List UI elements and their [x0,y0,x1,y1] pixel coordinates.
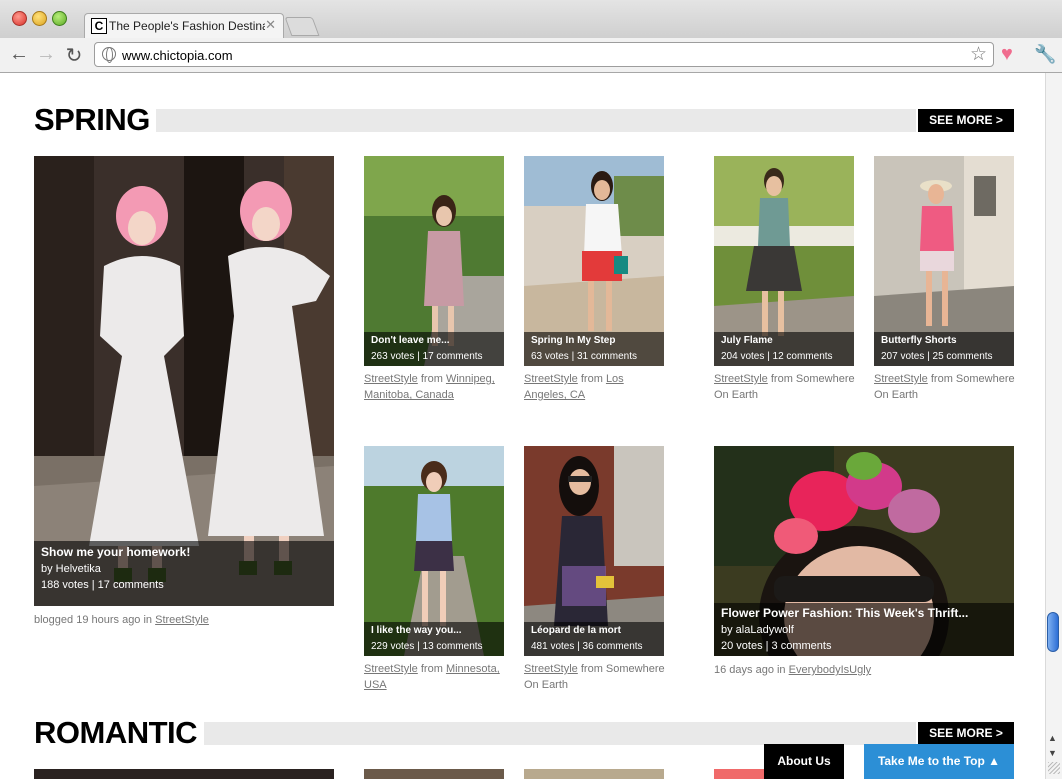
article-author[interactable]: by alaLadywolf [721,622,1007,638]
card-info-overlay: Butterfly Shorts 207 votes | 25 comments [874,332,1014,366]
look-caption: StreetStyle from Winnipeg, Manitoba, Can… [364,373,495,401]
look-card[interactable]: Léopard de la mort 481 votes | 36 commen… [524,446,664,656]
scroll-up-arrow-icon[interactable]: ▲ [1048,733,1057,743]
featured-article-card[interactable]: Flower Power Fashion: This Week's Thrift… [714,446,1014,656]
card-info-overlay: Spring In My Step 63 votes | 31 comments [524,332,664,366]
window-titlebar: C The People's Fashion Destina ✕ [0,0,1062,38]
look-title[interactable]: Butterfly Shorts [881,333,1007,349]
category-link[interactable]: StreetStyle [714,373,768,385]
location-link[interactable]: Los [606,373,624,385]
close-window-button[interactable] [12,11,27,26]
address-bar[interactable]: www.chictopia.com ☆ [94,42,994,67]
section-title: SPRING [34,102,150,137]
card-info-overlay: Don't leave me... 263 votes | 17 comment… [364,332,504,366]
category-link[interactable]: StreetStyle [874,373,928,385]
star-icon[interactable]: ☆ [970,43,987,66]
look-title[interactable]: July Flame [721,333,847,349]
look-stats: 229 votes | 13 comments [371,641,483,652]
heart-icon[interactable]: ♥ [1001,43,1013,66]
look-caption: StreetStyle from Somewhere On Earth [524,663,665,691]
look-title[interactable]: I like the way you... [371,623,497,639]
featured-caption: blogged 19 hours ago in StreetStyle [34,612,209,628]
look-title[interactable]: Show me your homework! [41,544,327,561]
look-stats: 481 votes | 36 comments [531,641,643,652]
look-caption: StreetStyle from Minnesota, USA [364,663,500,691]
look-author[interactable]: by Helvetika [41,561,327,577]
category-link[interactable]: StreetStyle [155,614,209,626]
section-divider [204,722,916,745]
see-more-button[interactable]: SEE MORE > [918,109,1014,132]
resize-grip-icon[interactable] [1048,762,1060,774]
article-title[interactable]: Flower Power Fashion: This Week's Thrift… [721,605,1007,622]
vertical-scrollbar[interactable] [1045,73,1062,779]
category-link[interactable]: StreetStyle [524,373,578,385]
back-arrow-icon[interactable]: ← [8,43,30,66]
look-card[interactable]: July Flame 204 votes | 12 comments [714,156,854,366]
article-stats: 20 votes | 3 comments [721,640,832,652]
look-photo[interactable] [714,769,764,779]
see-more-button[interactable]: SEE MORE > [918,722,1014,745]
look-photo[interactable] [34,769,334,779]
category-link[interactable]: StreetStyle [364,373,418,385]
look-photo[interactable] [364,769,504,779]
category-link[interactable]: StreetStyle [524,663,578,675]
browser-toolbar: ← → ↻ www.chictopia.com ☆ ♥ 🔧 [0,38,1062,73]
scroll-down-arrow-icon[interactable]: ▼ [1048,748,1057,758]
look-photo[interactable] [524,769,664,779]
card-info-overlay: Show me your homework! by Helvetika 188 … [34,541,334,606]
look-title[interactable]: Don't leave me... [371,333,497,349]
blog-link[interactable]: EverybodyIsUgly [789,664,872,676]
url-text[interactable]: www.chictopia.com [122,48,233,63]
card-info-overlay: July Flame 204 votes | 12 comments [714,332,854,366]
look-caption: StreetStyle from Somewhere On Earth [874,373,1015,401]
location-link[interactable]: Minnesota, [446,663,500,675]
featured-caption: 16 days ago in EverybodyIsUgly [714,662,871,678]
look-card[interactable]: Butterfly Shorts 207 votes | 25 comments [874,156,1014,366]
look-caption: StreetStyle from Los Angeles, CA [524,373,624,401]
globe-icon [102,47,116,63]
location-link[interactable]: Winnipeg, [446,373,495,385]
look-card[interactable]: Spring In My Step 63 votes | 31 comments [524,156,664,366]
look-caption: StreetStyle from Somewhere On Earth [714,373,855,401]
chictopia-favicon-icon: C [91,18,107,34]
card-info-overlay: Léopard de la mort 481 votes | 36 commen… [524,622,664,656]
look-card[interactable]: I like the way you... 229 votes | 13 com… [364,446,504,656]
scrollbar-thumb[interactable] [1047,612,1059,652]
about-us-button[interactable]: About Us [764,744,844,779]
look-stats: 188 votes | 17 comments [41,579,164,591]
location-link[interactable]: USA [364,679,387,691]
tab-title: The People's Fashion Destina [109,19,265,33]
section-header-spring: SPRING SEE MORE > [34,103,1014,137]
caption-prefix: blogged 19 hours ago in [34,614,153,626]
location-link[interactable]: Manitoba, Canada [364,389,454,401]
category-link[interactable]: StreetStyle [364,663,418,675]
reload-icon[interactable]: ↻ [63,43,85,68]
new-tab-button[interactable] [284,17,320,36]
forward-arrow-icon[interactable]: → [35,43,57,66]
look-title[interactable]: Spring In My Step [531,333,657,349]
section-title: ROMANTIC [34,715,198,750]
look-title[interactable]: Léopard de la mort [531,623,657,639]
card-info-overlay: I like the way you... 229 votes | 13 com… [364,622,504,656]
look-stats: 204 votes | 12 comments [721,351,833,362]
section-divider [156,109,916,132]
look-stats: 207 votes | 25 comments [881,351,993,362]
featured-look-card[interactable]: Show me your homework! by Helvetika 188 … [34,156,334,606]
wrench-icon[interactable]: 🔧 [1034,44,1056,65]
location-link[interactable]: Angeles, CA [524,389,585,401]
browser-tab[interactable]: C The People's Fashion Destina ✕ [84,13,284,38]
minimize-window-button[interactable] [32,11,47,26]
close-icon[interactable]: ✕ [265,17,276,33]
look-stats: 63 votes | 31 comments [531,351,637,362]
look-card[interactable]: Don't leave me... 263 votes | 17 comment… [364,156,504,366]
caption-prefix: 16 days ago in [714,664,786,676]
zoom-window-button[interactable] [52,11,67,26]
card-info-overlay: Flower Power Fashion: This Week's Thrift… [714,603,1014,656]
featured-look-photo [34,156,334,606]
look-stats: 263 votes | 17 comments [371,351,483,362]
back-to-top-button[interactable]: Take Me to the Top ▲ [864,744,1014,779]
